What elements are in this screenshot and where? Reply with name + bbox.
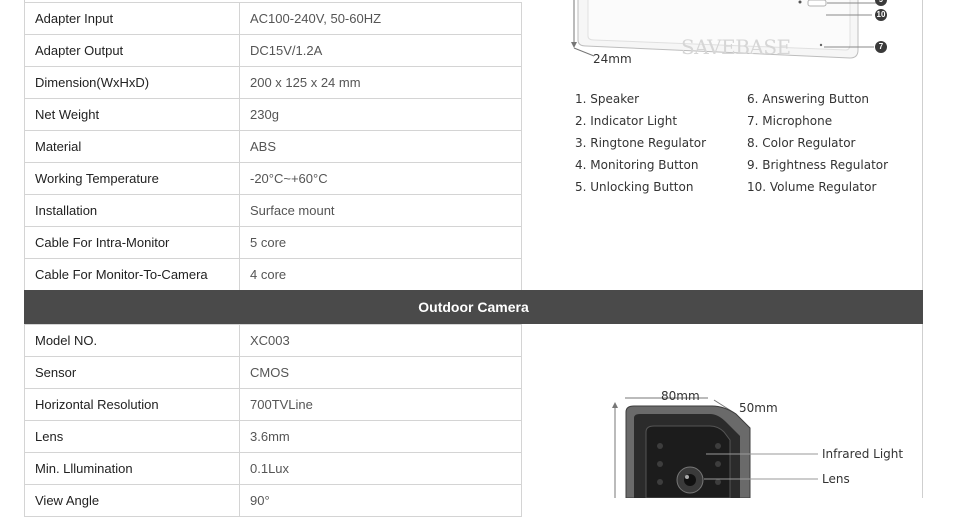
spec-label: Net Weight [24,98,240,131]
spec-value: -20°C~+60°C [239,162,522,195]
table-row: Material ABS [24,130,522,163]
legend-item: 5. Unlocking Button [575,180,694,194]
table-row: Sensor CMOS [24,356,522,389]
spec-label: Min. Lllumination [24,452,240,485]
spec-label: Material [24,130,240,163]
table-row: Adapter Input AC100-240V, 50-60HZ [24,2,522,35]
spec-label: Adapter Output [24,34,240,67]
marker-7: 7 [878,42,884,51]
spec-value: 0.1Lux [239,452,522,485]
camera-spec-table: Model NO. XC003 Sensor CMOS Horizontal Res… [24,324,522,517]
table-row: Net Weight 230g [24,98,522,131]
legend-item: 7. Microphone [747,114,833,128]
table-row: Min. Lllumination 0.1Lux [24,452,522,485]
spec-value: XC003 [239,324,522,357]
spec-value: 200 x 125 x 24 mm [239,66,522,99]
spec-label: Cable For Intra-Monitor [24,226,240,259]
camera-width-label: 80mm [661,389,700,403]
legend-item: 9. Brightness Regulator [747,158,889,172]
section-title: Outdoor Camera [418,299,529,315]
spec-label: Working Temperature [24,162,240,195]
table-row: Model NO. XC003 [24,324,522,357]
legend-item: 3. Ringtone Regulator [575,136,707,150]
table-row: Installation Surface mount [24,194,522,227]
spec-value: DC15V/1.2A [239,34,522,67]
spec-value: CMOS [239,356,522,389]
legend-item: 1. Speaker [575,92,640,106]
section-header: Outdoor Camera [24,290,923,324]
spec-value: 90° [239,484,522,517]
legend-item: 2. Indicator Light [575,114,678,128]
table-row: Working Temperature -20°C~+60°C [24,162,522,195]
brand-watermark: SAVEBASE [681,35,791,59]
legend-column-right: 6. Answering Button 7. Microphone 8. Col… [747,88,917,198]
table-row: Lens 3.6mm [24,420,522,453]
table-row: Adapter Output DC15V/1.2A [24,34,522,67]
spec-value: ABS [239,130,522,163]
spec-label: Adapter Input [24,2,240,35]
spec-label: Dimension(WxHxD) [24,66,240,99]
spec-value: 700TVLine [239,388,522,421]
marker-9: 9 [875,0,887,6]
camera-depth-label: 50mm [739,401,778,415]
spec-value: 5 core [239,226,522,259]
table-row: View Angle 90° [24,484,522,517]
legend-item: 4. Monitoring Button [575,158,699,172]
table-row: Cable For Monitor-To-Camera 4 core [24,258,522,291]
table-row: Dimension(WxHxD) 200 x 125 x 24 mm [24,66,522,99]
spec-label: Horizontal Resolution [24,388,240,421]
table-row: Cable For Intra-Monitor 5 core [24,226,522,259]
spec-label: Model NO. [24,324,240,357]
legend-item: 10. Volume Regulator [747,180,877,194]
content-frame-right-border [922,0,923,498]
monitor-spec-table: Adapter Input AC100-240V, 50-60HZ Adapter… [24,2,522,291]
spec-label: View Angle [24,484,240,517]
legend-item: 6. Answering Button [747,92,870,106]
table-row: Horizontal Resolution 700TVLine [24,388,522,421]
monitor-depth-label: 24mm [593,52,632,66]
spec-label: Installation [24,194,240,227]
spec-label: Cable For Monitor-To-Camera [24,258,240,291]
callout-lens: Lens [822,472,850,486]
spec-value: Surface mount [239,194,522,227]
spec-value: 4 core [239,258,522,291]
spec-value: 3.6mm [239,420,522,453]
spec-label: Lens [24,420,240,453]
spec-value: 230g [239,98,522,131]
legend-column-left: 1. Speaker 2. Indicator Light 3. Rington… [575,88,745,198]
spec-label: Sensor [24,356,240,389]
legend-item: 8. Color Regulator [747,136,856,150]
marker-10: 10 [876,10,886,19]
spec-value: AC100-240V, 50-60HZ [239,2,522,35]
callout-infrared-light: Infrared Light [822,447,904,461]
